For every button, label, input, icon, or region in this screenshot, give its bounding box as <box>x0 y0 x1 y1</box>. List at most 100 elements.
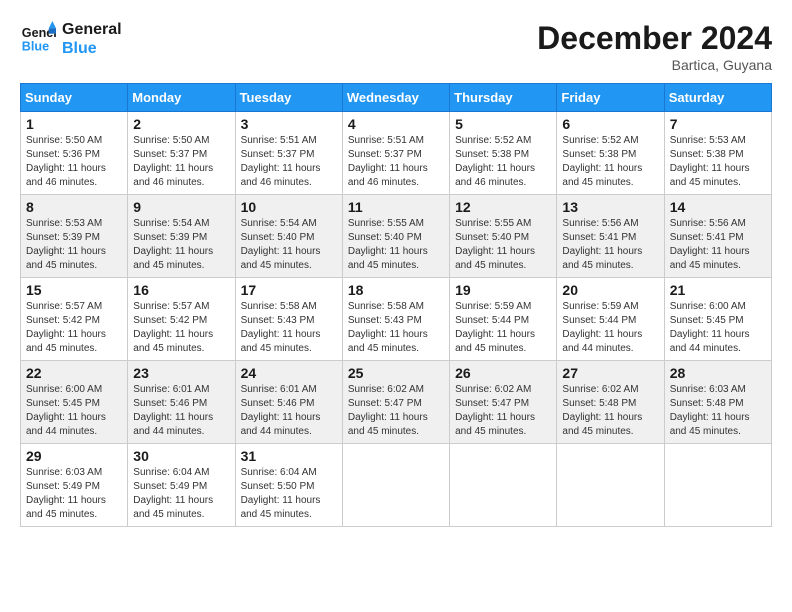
day-cell-4: 4Sunrise: 5:51 AM Sunset: 5:37 PM Daylig… <box>342 112 449 195</box>
day-cell-18: 18 Sunrise: 5:58 AM Sunset: 5:43 PM Dayli… <box>342 278 449 361</box>
calendar-header-row: SundayMondayTuesdayWednesdayThursdayFrid… <box>21 84 772 112</box>
day-cell-30: 30 Sunrise: 6:04 AM Sunset: 5:49 PM Dayli… <box>128 444 235 527</box>
header-saturday: Saturday <box>664 84 771 112</box>
day-cell-24: 24Sunrise: 6:01 AM Sunset: 5:46 PM Dayli… <box>235 361 342 444</box>
day-cell-29: 29Sunrise: 6:03 AM Sunset: 5:49 PM Dayli… <box>21 444 128 527</box>
day-cell-7: 7 Sunrise: 5:53 AM Sunset: 5:38 PM Daylig… <box>664 112 771 195</box>
header-tuesday: Tuesday <box>235 84 342 112</box>
day-info: Sunrise: 5:53 AM Sunset: 5:38 PM Dayligh… <box>670 134 766 190</box>
day-info: Sunrise: 5:55 AM Sunset: 5:40 PM Dayligh… <box>348 217 444 273</box>
day-info: Sunrise: 5:56 AM Sunset: 5:41 PM Dayligh… <box>670 217 766 273</box>
day-number: 17 <box>241 282 337 298</box>
day-info: Sunrise: 5:58 AM Sunset: 5:43 PM Dayligh… <box>241 300 337 356</box>
location: Bartica, Guyana <box>537 57 772 73</box>
header-monday: Monday <box>128 84 235 112</box>
day-cell-19: 19 Sunrise: 5:59 AM Sunset: 5:44 PM Dayli… <box>450 278 557 361</box>
day-cell-12: 12 Sunrise: 5:55 AM Sunset: 5:40 PM Dayli… <box>450 195 557 278</box>
day-info: Sunrise: 5:50 AM Sunset: 5:37 PM Dayligh… <box>133 134 229 190</box>
day-number: 18 <box>348 282 444 298</box>
day-cell-28: 28 Sunrise: 6:03 AM Sunset: 5:48 PM Dayli… <box>664 361 771 444</box>
day-info: Sunrise: 5:50 AM Sunset: 5:36 PM Dayligh… <box>26 134 122 190</box>
day-cell-21: 21Sunrise: 6:00 AM Sunset: 5:45 PM Dayli… <box>664 278 771 361</box>
empty-cell <box>664 444 771 527</box>
day-info: Sunrise: 6:00 AM Sunset: 5:45 PM Dayligh… <box>670 300 766 356</box>
day-cell-9: 9 Sunrise: 5:54 AM Sunset: 5:39 PM Daylig… <box>128 195 235 278</box>
empty-cell <box>450 444 557 527</box>
day-cell-10: 10 Sunrise: 5:54 AM Sunset: 5:40 PM Dayli… <box>235 195 342 278</box>
header-wednesday: Wednesday <box>342 84 449 112</box>
day-number: 16 <box>133 282 229 298</box>
day-cell-13: 13 Sunrise: 5:56 AM Sunset: 5:41 PM Dayli… <box>557 195 664 278</box>
day-info: Sunrise: 6:01 AM Sunset: 5:46 PM Dayligh… <box>241 383 337 439</box>
day-info: Sunrise: 5:59 AM Sunset: 5:44 PM Dayligh… <box>562 300 658 356</box>
day-cell-20: 20 Sunrise: 5:59 AM Sunset: 5:44 PM Dayli… <box>557 278 664 361</box>
day-number: 6 <box>562 116 658 132</box>
day-cell-1: 1 Sunrise: 5:50 AM Sunset: 5:36 PM Daylig… <box>21 112 128 195</box>
day-number: 26 <box>455 365 551 381</box>
day-cell-25: 25Sunrise: 6:02 AM Sunset: 5:47 PM Dayli… <box>342 361 449 444</box>
day-cell-5: 5Sunrise: 5:52 AM Sunset: 5:38 PM Daylig… <box>450 112 557 195</box>
day-info: Sunrise: 6:03 AM Sunset: 5:48 PM Dayligh… <box>670 383 766 439</box>
day-number: 11 <box>348 199 444 215</box>
svg-text:Blue: Blue <box>22 40 49 54</box>
empty-cell <box>557 444 664 527</box>
day-cell-15: 15 Sunrise: 5:57 AM Sunset: 5:42 PM Dayli… <box>21 278 128 361</box>
day-number: 2 <box>133 116 229 132</box>
day-cell-14: 14 Sunrise: 5:56 AM Sunset: 5:41 PM Dayli… <box>664 195 771 278</box>
day-number: 28 <box>670 365 766 381</box>
day-info: Sunrise: 5:59 AM Sunset: 5:44 PM Dayligh… <box>455 300 551 356</box>
day-number: 8 <box>26 199 122 215</box>
day-info: Sunrise: 6:04 AM Sunset: 5:50 PM Dayligh… <box>241 466 337 522</box>
day-number: 19 <box>455 282 551 298</box>
day-info: Sunrise: 6:02 AM Sunset: 5:47 PM Dayligh… <box>348 383 444 439</box>
calendar-row-week-4: 22Sunrise: 6:00 AM Sunset: 5:45 PM Dayli… <box>21 361 772 444</box>
logo: General Blue General Blue <box>20 20 122 58</box>
day-info: Sunrise: 6:03 AM Sunset: 5:49 PM Dayligh… <box>26 466 122 522</box>
logo-blue: Blue <box>62 39 122 58</box>
day-cell-3: 3Sunrise: 5:51 AM Sunset: 5:37 PM Daylig… <box>235 112 342 195</box>
day-number: 9 <box>133 199 229 215</box>
day-number: 20 <box>562 282 658 298</box>
day-info: Sunrise: 5:51 AM Sunset: 5:37 PM Dayligh… <box>241 134 337 190</box>
day-info: Sunrise: 5:56 AM Sunset: 5:41 PM Dayligh… <box>562 217 658 273</box>
day-info: Sunrise: 5:55 AM Sunset: 5:40 PM Dayligh… <box>455 217 551 273</box>
header-sunday: Sunday <box>21 84 128 112</box>
day-number: 14 <box>670 199 766 215</box>
day-info: Sunrise: 5:58 AM Sunset: 5:43 PM Dayligh… <box>348 300 444 356</box>
calendar-row-week-1: 1 Sunrise: 5:50 AM Sunset: 5:36 PM Daylig… <box>21 112 772 195</box>
title-block: December 2024 Bartica, Guyana <box>537 20 772 73</box>
day-number: 12 <box>455 199 551 215</box>
day-cell-17: 17 Sunrise: 5:58 AM Sunset: 5:43 PM Dayli… <box>235 278 342 361</box>
day-cell-31: 31 Sunrise: 6:04 AM Sunset: 5:50 PM Dayli… <box>235 444 342 527</box>
day-info: Sunrise: 6:02 AM Sunset: 5:48 PM Dayligh… <box>562 383 658 439</box>
day-info: Sunrise: 6:02 AM Sunset: 5:47 PM Dayligh… <box>455 383 551 439</box>
day-cell-11: 11 Sunrise: 5:55 AM Sunset: 5:40 PM Dayli… <box>342 195 449 278</box>
day-info: Sunrise: 5:54 AM Sunset: 5:40 PM Dayligh… <box>241 217 337 273</box>
calendar-table: SundayMondayTuesdayWednesdayThursdayFrid… <box>20 83 772 527</box>
day-number: 27 <box>562 365 658 381</box>
day-number: 30 <box>133 448 229 464</box>
day-cell-27: 27 Sunrise: 6:02 AM Sunset: 5:48 PM Dayli… <box>557 361 664 444</box>
day-info: Sunrise: 5:52 AM Sunset: 5:38 PM Dayligh… <box>455 134 551 190</box>
day-info: Sunrise: 5:57 AM Sunset: 5:42 PM Dayligh… <box>26 300 122 356</box>
day-info: Sunrise: 5:54 AM Sunset: 5:39 PM Dayligh… <box>133 217 229 273</box>
logo-general: General <box>62 20 122 39</box>
day-info: Sunrise: 6:04 AM Sunset: 5:49 PM Dayligh… <box>133 466 229 522</box>
day-cell-23: 23Sunrise: 6:01 AM Sunset: 5:46 PM Dayli… <box>128 361 235 444</box>
day-info: Sunrise: 5:53 AM Sunset: 5:39 PM Dayligh… <box>26 217 122 273</box>
day-cell-2: 2 Sunrise: 5:50 AM Sunset: 5:37 PM Daylig… <box>128 112 235 195</box>
day-number: 1 <box>26 116 122 132</box>
header-thursday: Thursday <box>450 84 557 112</box>
day-number: 15 <box>26 282 122 298</box>
empty-cell <box>342 444 449 527</box>
logo-icon: General Blue <box>20 21 56 57</box>
day-number: 13 <box>562 199 658 215</box>
day-number: 10 <box>241 199 337 215</box>
month-title: December 2024 <box>537 20 772 57</box>
day-info: Sunrise: 5:57 AM Sunset: 5:42 PM Dayligh… <box>133 300 229 356</box>
day-number: 7 <box>670 116 766 132</box>
day-info: Sunrise: 5:52 AM Sunset: 5:38 PM Dayligh… <box>562 134 658 190</box>
page-header: General Blue General Blue December 2024 … <box>20 20 772 73</box>
calendar-row-week-5: 29Sunrise: 6:03 AM Sunset: 5:49 PM Dayli… <box>21 444 772 527</box>
day-number: 31 <box>241 448 337 464</box>
